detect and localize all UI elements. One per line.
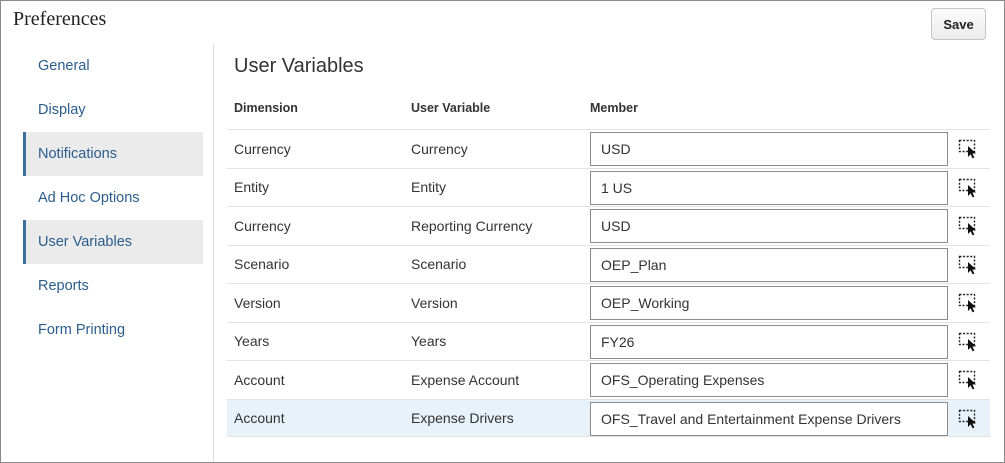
- row-dimension: Account: [234, 409, 285, 426]
- row-dimension: Version: [234, 294, 281, 311]
- member-selector-icon[interactable]: [958, 177, 980, 199]
- sidebar-item-form-printing[interactable]: Form Printing: [23, 308, 203, 352]
- row-user-variable: Currency: [411, 140, 468, 157]
- sidebar-item-general[interactable]: General: [23, 44, 203, 88]
- page-title: Preferences: [13, 8, 107, 30]
- column-header-user-variable: User Variable: [411, 101, 491, 115]
- row-dimension: Account: [234, 371, 285, 388]
- member-input[interactable]: [590, 401, 948, 436]
- member-input[interactable]: [590, 363, 948, 397]
- save-button[interactable]: Save: [931, 8, 986, 40]
- table-row[interactable]: Years Years: [227, 321, 990, 361]
- row-user-variable: Scenario: [411, 256, 467, 273]
- member-selector-icon[interactable]: [958, 369, 980, 391]
- row-dimension: Scenario: [234, 256, 290, 273]
- table-row[interactable]: Account Expense Drivers: [227, 398, 990, 437]
- member-selector-icon[interactable]: [958, 331, 980, 353]
- member-input[interactable]: [590, 209, 948, 243]
- member-input[interactable]: [590, 286, 948, 320]
- table-row[interactable]: Entity Entity: [227, 167, 990, 207]
- table-row[interactable]: Currency Reporting Currency: [227, 206, 990, 245]
- column-header-member: Member: [590, 101, 638, 115]
- table-row[interactable]: Account Expense Account: [227, 360, 990, 399]
- row-user-variable: Entity: [411, 179, 447, 196]
- row-user-variable: Version: [411, 294, 458, 311]
- sidebar-item-user-variables[interactable]: User Variables: [23, 220, 203, 264]
- sidebar-item-ad-hoc-options[interactable]: Ad Hoc Options: [23, 176, 203, 220]
- row-user-variable: Expense Drivers: [411, 409, 514, 426]
- row-user-variable: Years: [411, 333, 447, 350]
- sidebar-item-reports[interactable]: Reports: [23, 264, 203, 308]
- member-input[interactable]: [590, 247, 948, 282]
- column-header-dimension: Dimension: [234, 101, 298, 115]
- row-dimension: Currency: [234, 217, 291, 234]
- member-input[interactable]: [590, 170, 948, 205]
- member-selector-icon[interactable]: [958, 292, 980, 314]
- section-title: User Variables: [234, 55, 364, 77]
- member-input[interactable]: [590, 324, 948, 359]
- table-row[interactable]: Version Version: [227, 283, 990, 322]
- sidebar: General Display Notifications Ad Hoc Opt…: [0, 44, 214, 462]
- row-dimension: Entity: [234, 179, 270, 196]
- row-user-variable: Expense Account: [411, 371, 520, 388]
- row-dimension: Currency: [234, 140, 291, 157]
- member-selector-icon[interactable]: [958, 138, 980, 160]
- table-row[interactable]: Scenario Scenario: [227, 244, 990, 284]
- member-selector-icon[interactable]: [958, 254, 980, 276]
- table-row[interactable]: Currency Currency: [227, 129, 990, 168]
- member-selector-icon[interactable]: [958, 408, 980, 430]
- sidebar-divider: [213, 44, 214, 462]
- row-user-variable: Reporting Currency: [411, 217, 533, 234]
- sidebar-item-notifications[interactable]: Notifications: [23, 132, 203, 176]
- member-selector-icon[interactable]: [958, 215, 980, 237]
- row-dimension: Years: [234, 333, 270, 350]
- member-input[interactable]: [590, 132, 948, 166]
- sidebar-item-display[interactable]: Display: [23, 88, 203, 132]
